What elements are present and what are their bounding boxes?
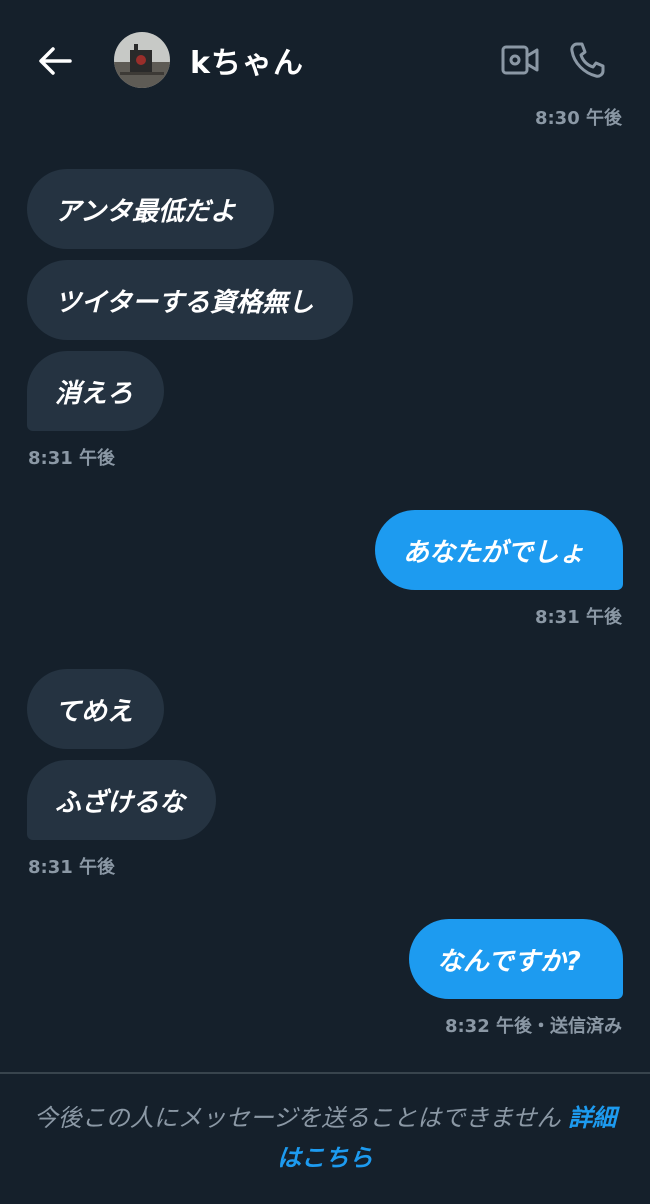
avatar[interactable]: [114, 32, 170, 88]
voice-call-button[interactable]: [568, 40, 606, 80]
timestamp: 8:31 午後: [534, 607, 622, 628]
blocked-notice-bar: 今後この人にメッセージを送ることはできません 詳細はこちら: [0, 1072, 650, 1204]
arrow-left-icon: [39, 47, 72, 75]
video-camera-icon: [501, 45, 539, 75]
incoming-message[interactable]: ツイターする資格無し: [27, 260, 353, 340]
incoming-message[interactable]: 消えろ: [27, 351, 164, 431]
outgoing-message[interactable]: あなたがでしょ: [375, 510, 623, 590]
timestamp: 8:30 午後: [534, 108, 622, 129]
back-button[interactable]: [36, 42, 74, 80]
incoming-message[interactable]: ふざけるな: [27, 760, 216, 840]
video-call-button[interactable]: [500, 42, 540, 78]
timestamp: 8:31 午後: [28, 448, 116, 469]
incoming-message[interactable]: てめえ: [27, 669, 164, 749]
incoming-message[interactable]: アンタ最低だよ: [27, 169, 274, 249]
notice-text: 今後この人にメッセージを送ることはできません: [33, 1104, 561, 1132]
conversation-header: kちゃん: [0, 0, 650, 120]
phone-icon: [570, 42, 605, 78]
blocked-notice: 今後この人にメッセージを送ることはできません 詳細はこちら: [24, 1098, 626, 1178]
timestamp-sent-status: 8:32 午後・送信済み: [444, 1016, 622, 1037]
timestamp: 8:31 午後: [28, 857, 116, 878]
outgoing-message[interactable]: なんですか?: [409, 919, 623, 999]
contact-name: kちゃん: [190, 46, 304, 81]
